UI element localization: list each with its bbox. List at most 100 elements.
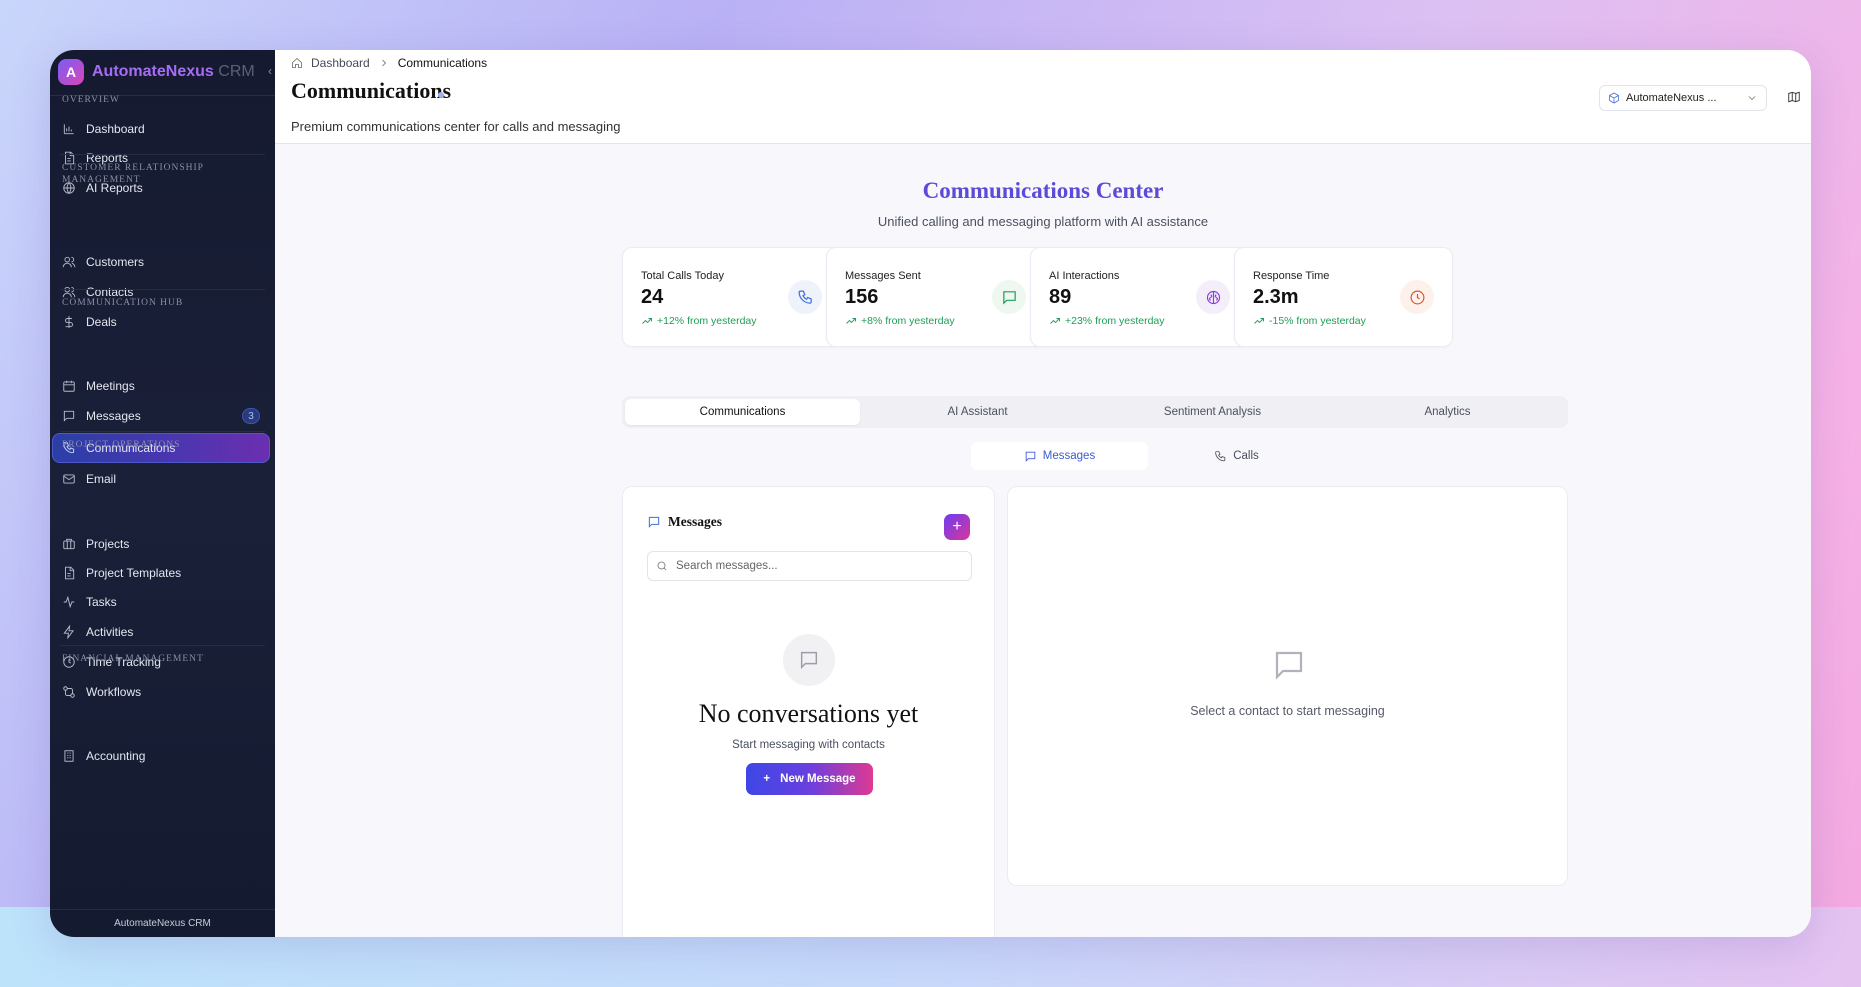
sidebar-item-label: Email xyxy=(86,472,117,486)
sidebar-section-title: PROJECT OPERATIONS xyxy=(62,440,181,450)
sidebar-item-customers[interactable]: Customers xyxy=(52,247,270,277)
breadcrumb-home[interactable]: Dashboard xyxy=(311,56,370,70)
calendar-icon xyxy=(63,380,75,392)
plus-icon: + xyxy=(763,773,771,785)
trending-up-icon xyxy=(642,318,652,324)
stat-change: +23% from yesterday xyxy=(1049,315,1165,327)
message-icon xyxy=(648,516,660,528)
page-title: Communications xyxy=(291,78,452,103)
sidebar-footer: AutomateNexus CRM xyxy=(50,909,275,937)
page-header: Dashboard Communications Communications … xyxy=(275,50,1811,144)
sidebar-item-label: Messages xyxy=(86,409,141,423)
sidebar-divider xyxy=(60,431,265,432)
sidebar-divider xyxy=(60,645,265,646)
stat-icon-wrap xyxy=(788,280,822,314)
sidebar: A AutomateNexus CRM ‹ OVERVIEW Dashboard R… xyxy=(50,50,275,937)
search-icon xyxy=(657,561,667,571)
stat-change-text: +12% from yesterday xyxy=(657,315,757,327)
collapse-sidebar-icon[interactable]: ‹ xyxy=(268,64,272,78)
sidebar-item-label: Tasks xyxy=(86,595,117,609)
tab-communications[interactable]: Communications xyxy=(625,399,860,425)
stat-icon-wrap xyxy=(1400,280,1434,314)
sidebar-item-accounting[interactable]: Accounting xyxy=(52,741,270,771)
conversation-panel: Select a contact to start messaging xyxy=(1007,486,1568,886)
trending-up-icon xyxy=(846,318,856,324)
sidebar-divider xyxy=(60,154,265,155)
message-icon xyxy=(1025,451,1036,462)
main-content: Communications Center Unified calling an… xyxy=(275,144,1811,937)
search-box xyxy=(647,551,972,581)
message-icon xyxy=(63,410,75,422)
sidebar-item-meetings[interactable]: Meetings xyxy=(52,371,270,401)
sidebar-section-title: COMMUNICATION HUB xyxy=(62,298,184,308)
breadcrumb-current: Communications xyxy=(397,56,488,70)
trending-up-icon xyxy=(1050,318,1060,324)
sidebar-item-project-templates[interactable]: Project Templates xyxy=(52,558,270,588)
mail-icon xyxy=(63,474,75,484)
map-icon xyxy=(1788,91,1800,103)
sidebar-item-badge: 3 xyxy=(242,408,260,424)
sidebar-item-label: Workflows xyxy=(86,685,142,699)
page-subtitle: Premium communications center for calls … xyxy=(291,119,621,134)
brain-icon xyxy=(1206,290,1220,304)
center-subtitle: Unified calling and messaging platform w… xyxy=(877,214,1209,229)
status-dot xyxy=(438,92,444,98)
chevron-down-icon xyxy=(1748,96,1756,101)
stat-change: +8% from yesterday xyxy=(845,315,955,327)
center-title: Communications Center xyxy=(922,178,1164,203)
messages-panel-title: Messages xyxy=(668,514,722,529)
search-input[interactable] xyxy=(676,560,963,572)
sidebar-item-activities[interactable]: Activities xyxy=(52,617,270,647)
sidebar-item-label: Customers xyxy=(86,255,145,269)
brand[interactable]: A AutomateNexus CRM xyxy=(58,58,255,86)
sidebar-item-workflows[interactable]: Workflows xyxy=(52,677,270,707)
sidebar-item-label: Accounting xyxy=(86,749,146,763)
stat-change-text: +23% from yesterday xyxy=(1065,315,1165,327)
stat-icon-wrap xyxy=(1196,280,1230,314)
breadcrumb: Dashboard Communications xyxy=(291,56,487,70)
organization-select-value: AutomateNexus ... xyxy=(1626,92,1717,104)
building-icon xyxy=(64,750,74,762)
tab-analytics[interactable]: Analytics xyxy=(1330,399,1565,425)
brand-logo: A xyxy=(58,59,84,85)
organization-select[interactable]: AutomateNexus ... xyxy=(1599,85,1767,111)
home-icon xyxy=(292,57,302,68)
map-button[interactable] xyxy=(1787,90,1801,109)
dollar-icon xyxy=(65,316,73,328)
stat-label: Total Calls Today xyxy=(641,270,724,282)
bar-chart-icon xyxy=(63,124,74,135)
main-tabs: Communications AI Assistant Sentiment Anal… xyxy=(622,396,1568,428)
subtab-messages[interactable]: Messages xyxy=(971,442,1148,470)
brand-name: AutomateNexus CRM xyxy=(92,63,255,81)
add-message-button[interactable]: + xyxy=(944,514,970,540)
sidebar-divider xyxy=(60,289,265,290)
sidebar-item-email[interactable]: Email xyxy=(52,464,270,494)
sidebar-item-projects[interactable]: Projects xyxy=(52,529,270,559)
sidebar-section-title: CUSTOMER RELATIONSHIP MANAGEMENT xyxy=(62,163,204,185)
sidebar-item-messages[interactable]: Messages 3 xyxy=(52,401,270,431)
messages-panel-header: Messages xyxy=(647,514,722,530)
phone-icon xyxy=(1215,450,1226,461)
sidebar-item-label: Deals xyxy=(86,315,117,329)
tab-sentiment-analysis[interactable]: Sentiment Analysis xyxy=(1095,399,1330,425)
phone-icon xyxy=(798,290,812,304)
sub-tabs: Messages Calls xyxy=(971,442,1325,470)
briefcase-icon xyxy=(63,538,75,550)
subtab-calls[interactable]: Calls xyxy=(1148,442,1325,470)
sidebar-item-tasks[interactable]: Tasks xyxy=(52,587,270,617)
app-window: A AutomateNexus CRM ‹ OVERVIEW Dashboard R… xyxy=(50,50,1811,937)
stat-value: 2.3m xyxy=(1253,286,1299,308)
box-icon xyxy=(1609,92,1619,104)
sidebar-item-deals[interactable]: Deals xyxy=(52,307,270,337)
new-message-button[interactable]: + New Message xyxy=(746,763,873,795)
sidebar-item-dashboard[interactable]: Dashboard xyxy=(52,114,270,144)
stat-value: 24 xyxy=(641,286,664,308)
sidebar-item-label: Meetings xyxy=(86,379,135,393)
tab-ai-assistant[interactable]: AI Assistant xyxy=(860,399,1095,425)
chevron-right-icon xyxy=(381,59,386,67)
file-icon xyxy=(65,566,75,580)
stat-label: AI Interactions xyxy=(1049,270,1120,282)
stat-card-total-calls-today: Total Calls Today 24 +12% from yesterday xyxy=(622,247,841,347)
messages-panel: Messages + No conversations yet Start me… xyxy=(622,486,995,937)
subtab-calls-label: Calls xyxy=(1233,450,1259,462)
